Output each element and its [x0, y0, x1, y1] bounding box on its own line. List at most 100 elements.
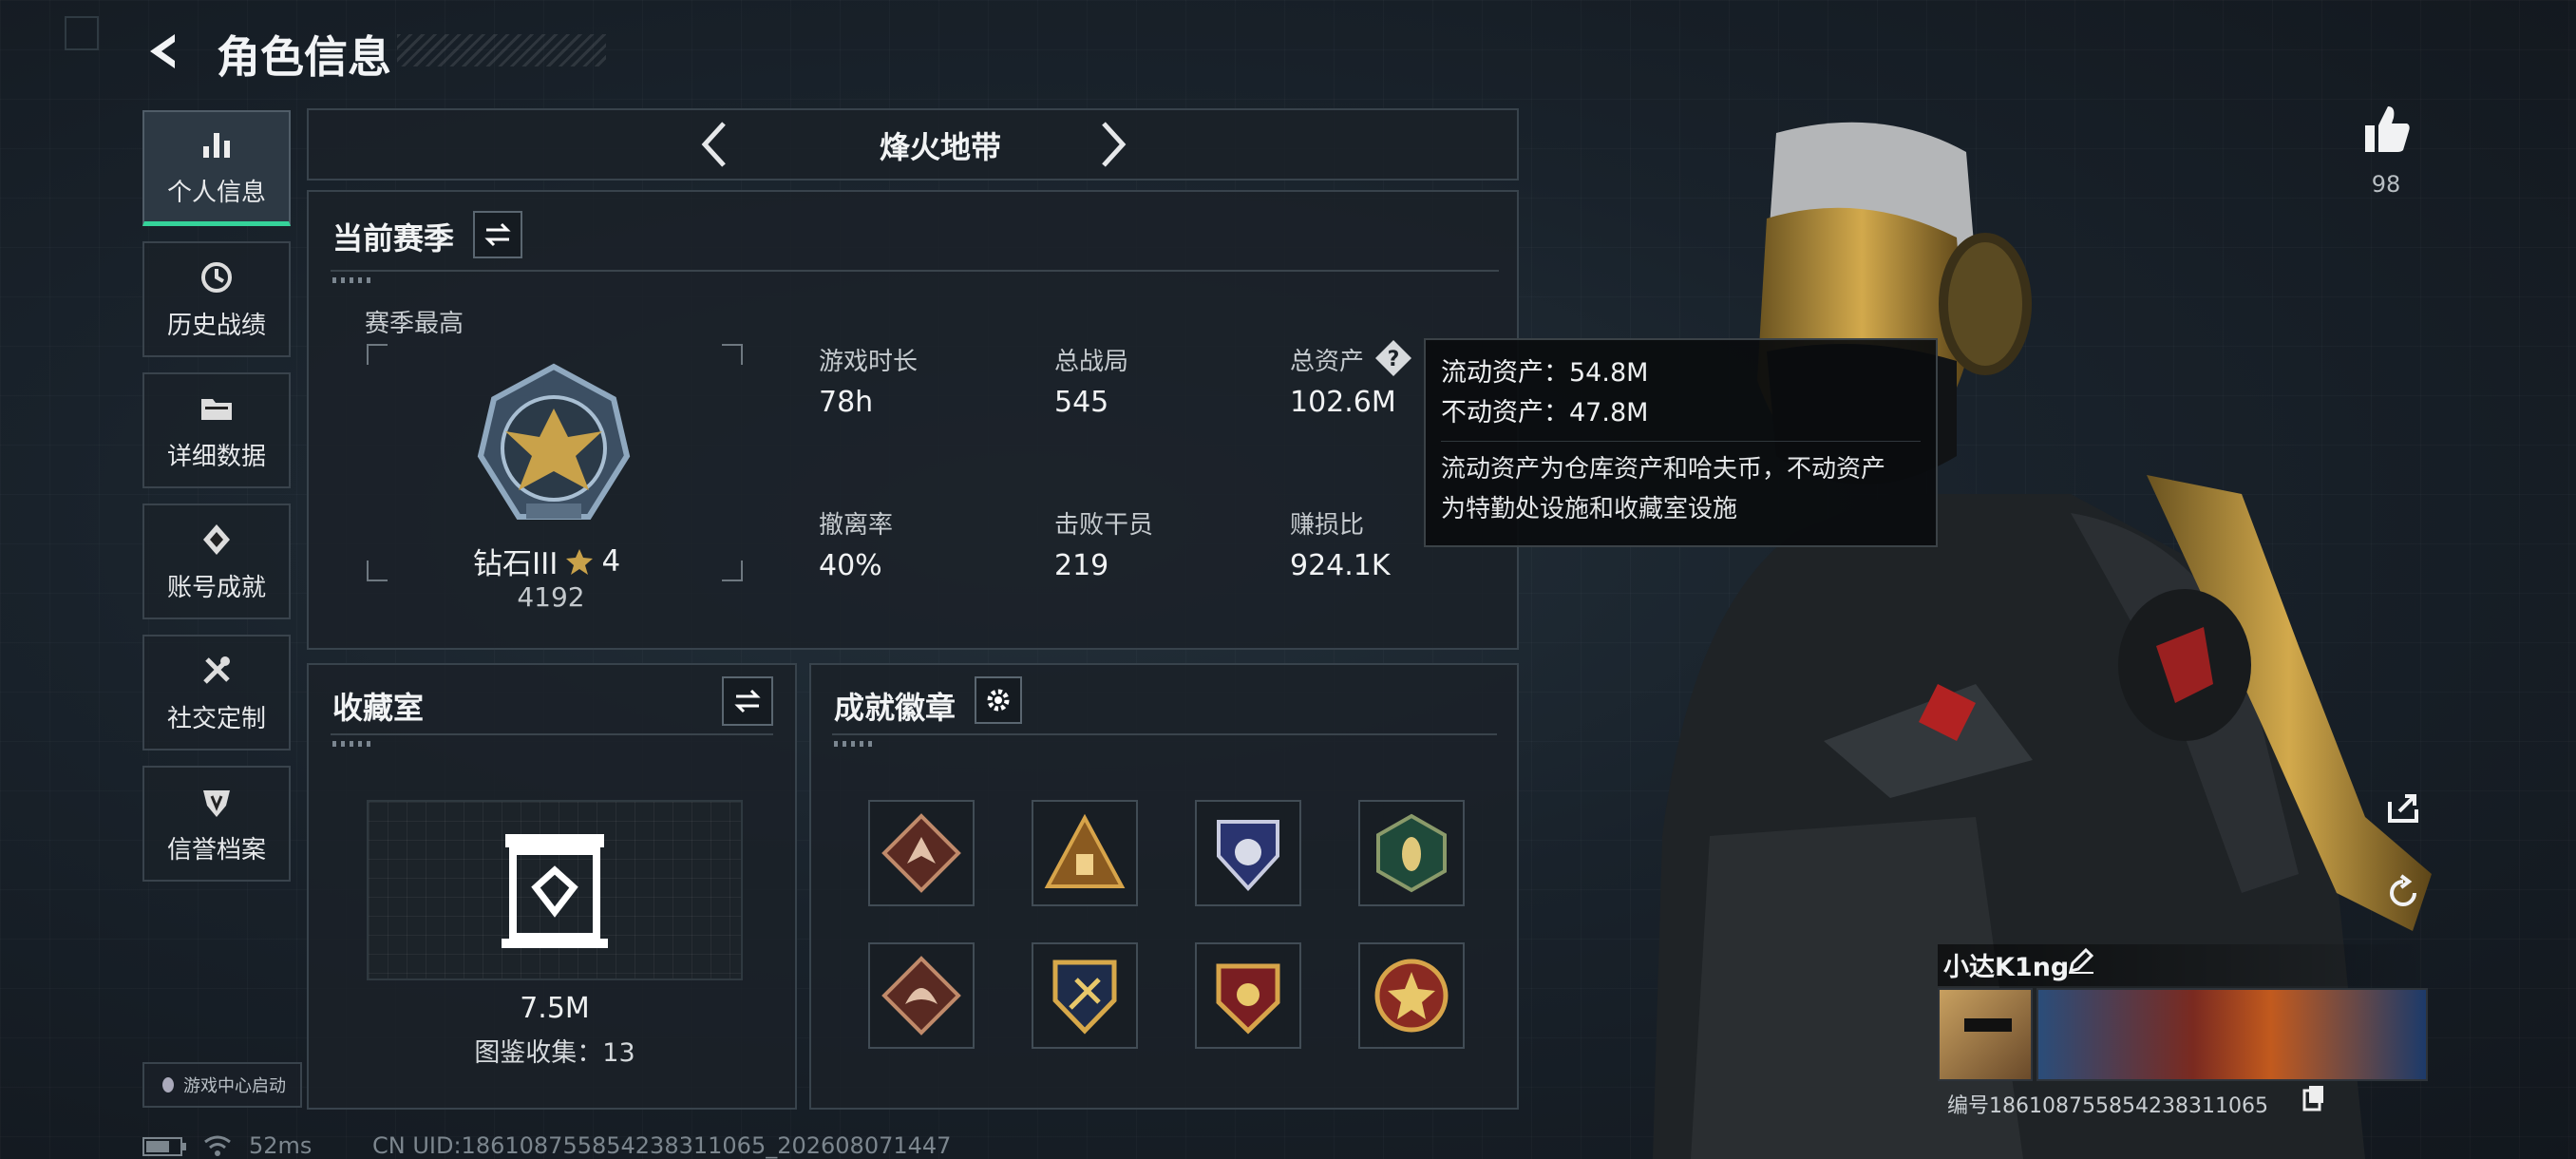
collection-swap-button[interactable]: [722, 676, 773, 726]
wasp-badge-icon: [1376, 813, 1447, 893]
stat-value: 78h: [819, 386, 874, 419]
season-best-label: 赛季最高: [365, 310, 464, 338]
tooltip-fixed-assets: 不动资产：47.8M: [1441, 398, 1649, 428]
assets-tooltip: 流动资产：54.8M 不动资产：47.8M 流动资产为仓库资产和哈夫币，不动资产…: [1424, 338, 1938, 547]
badge-shield[interactable]: [1195, 800, 1301, 906]
uid-text: CN UID:18610875585423831106​5_2026080714…: [372, 1132, 952, 1159]
sidebar-item-social[interactable]: 社交定制: [142, 635, 291, 750]
swap-icon: [484, 222, 511, 247]
tools-icon: [203, 656, 230, 684]
stat-label: 总战局: [1054, 348, 1129, 376]
sidebar-item-label: 详细数据: [166, 442, 266, 471]
dragon-badge-icon: [881, 956, 961, 1036]
chevron-left-icon[interactable]: [695, 118, 733, 171]
refresh-button[interactable]: [2375, 864, 2432, 922]
stat-label: 游戏时长: [819, 348, 919, 376]
season-title: 当前赛季: [332, 220, 455, 256]
star-badge-icon: [1374, 959, 1449, 1033]
title-decoration: [397, 34, 606, 66]
divider: [331, 733, 773, 735]
badge-crest[interactable]: [1195, 942, 1301, 1049]
vault-icon: [502, 834, 608, 948]
badge-wolf[interactable]: [868, 800, 975, 906]
history-icon: [201, 261, 232, 293]
hatch-decoration: [834, 741, 872, 747]
sidebar-item-label: 社交定制: [166, 704, 266, 733]
mode-label: 烽火地带: [879, 129, 1001, 165]
badge-trident[interactable]: [1032, 942, 1138, 1049]
likes-count: 98: [2371, 171, 2401, 198]
sunglasses-icon: [1964, 1018, 2012, 1032]
hatch-decoration: [332, 741, 370, 747]
player-id: 编号18610875585423831106​5: [1947, 1094, 2268, 1118]
copy-icon[interactable]: [2302, 1085, 2325, 1112]
bar-chart-icon: [203, 133, 230, 158]
collection-count: 图鉴收集：13: [474, 1038, 635, 1068]
swap-icon: [734, 689, 761, 713]
menu-square-icon[interactable]: [65, 16, 99, 50]
tooltip-description: 流动资产为仓库资产和哈夫币，不动资产 为特勤处设施和收藏室设施: [1441, 441, 1921, 529]
thumbs-up-icon[interactable]: [2359, 103, 2413, 156]
chevron-right-icon[interactable]: [1094, 118, 1132, 171]
wolf-badge-icon: [881, 813, 961, 893]
divider: [331, 270, 1499, 272]
pyramid-badge-icon: [1044, 813, 1126, 888]
rank-label: 钻石III 4: [473, 540, 620, 582]
shield-icon: [203, 789, 230, 817]
hatch-decoration: [332, 277, 370, 283]
badge-wasp[interactable]: [1358, 800, 1465, 906]
tooltip-desc-line-2: 为特勤处设施和收藏室设施: [1441, 495, 1738, 523]
refresh-icon: [2390, 874, 2416, 906]
game-center-launch-button[interactable]: 游戏中心启动: [142, 1062, 302, 1108]
ping: 52ms: [249, 1132, 313, 1159]
stat-label: 击败干员: [1054, 511, 1154, 540]
tooltip-liquid-assets: 流动资产：54.8M: [1441, 358, 1649, 388]
back-arrow-icon[interactable]: [142, 28, 188, 74]
avatar[interactable]: [1938, 988, 2033, 1081]
stat-value: 219: [1054, 549, 1109, 582]
sidebar-item-personal-info[interactable]: 个人信息: [142, 110, 291, 226]
sidebar-item-label: 账号成就: [166, 573, 266, 602]
player-name: 小达K1ng: [1943, 953, 2070, 982]
battery-icon: [142, 1137, 186, 1156]
profile-banner[interactable]: [2036, 988, 2428, 1081]
sidebar-item-credit[interactable]: 信誉档案: [142, 766, 291, 882]
crest-badge-icon: [1216, 963, 1280, 1035]
stat-value: 924.1K: [1290, 549, 1391, 582]
rank-score: 4192: [517, 581, 585, 613]
sidebar-item-achievements[interactable]: 账号成就: [142, 504, 291, 619]
rank-stars: 4: [601, 543, 621, 579]
share-button[interactable]: [2375, 779, 2432, 836]
achievement-icon: [203, 523, 230, 555]
diamond-rank-emblem-icon: [477, 363, 631, 520]
shield-badge-icon: [1217, 820, 1279, 891]
badges-settings-button[interactable]: [975, 676, 1022, 724]
trident-badge-icon: [1052, 960, 1117, 1035]
stat-value: 102.6M: [1290, 386, 1396, 419]
page-title: 角色信息: [217, 31, 391, 83]
rank-name: 钻石III: [473, 547, 559, 581]
collection-title: 收藏室: [332, 690, 425, 726]
sidebar-item-label: 信誉档案: [166, 835, 266, 864]
help-icon[interactable]: ?: [1373, 338, 1413, 378]
season-swap-button[interactable]: [473, 211, 522, 258]
edit-icon[interactable]: [2067, 946, 2095, 975]
badge-dragon[interactable]: [868, 942, 975, 1049]
badge-pyramid[interactable]: [1032, 800, 1138, 906]
qq-icon: [162, 1077, 174, 1092]
stat-label: 总资产: [1290, 348, 1365, 376]
collection-value: 7.5M: [520, 992, 590, 1025]
tooltip-desc-line-1: 流动资产为仓库资产和哈夫币，不动资产: [1441, 455, 1886, 484]
divider: [832, 733, 1497, 735]
sidebar-item-details[interactable]: 详细数据: [142, 372, 291, 488]
launch-label: 游戏中心启动: [183, 1076, 286, 1096]
badge-star[interactable]: [1358, 942, 1465, 1049]
stat-value: 545: [1054, 386, 1109, 419]
sidebar-item-history[interactable]: 历史战绩: [142, 241, 291, 357]
star-icon: [566, 548, 594, 575]
share-icon: [2388, 794, 2418, 823]
stat-label: 赚损比: [1290, 511, 1365, 540]
badges-title: 成就徽章: [834, 690, 957, 726]
sidebar-item-label: 个人信息: [166, 179, 266, 207]
gear-icon: [987, 689, 1010, 712]
